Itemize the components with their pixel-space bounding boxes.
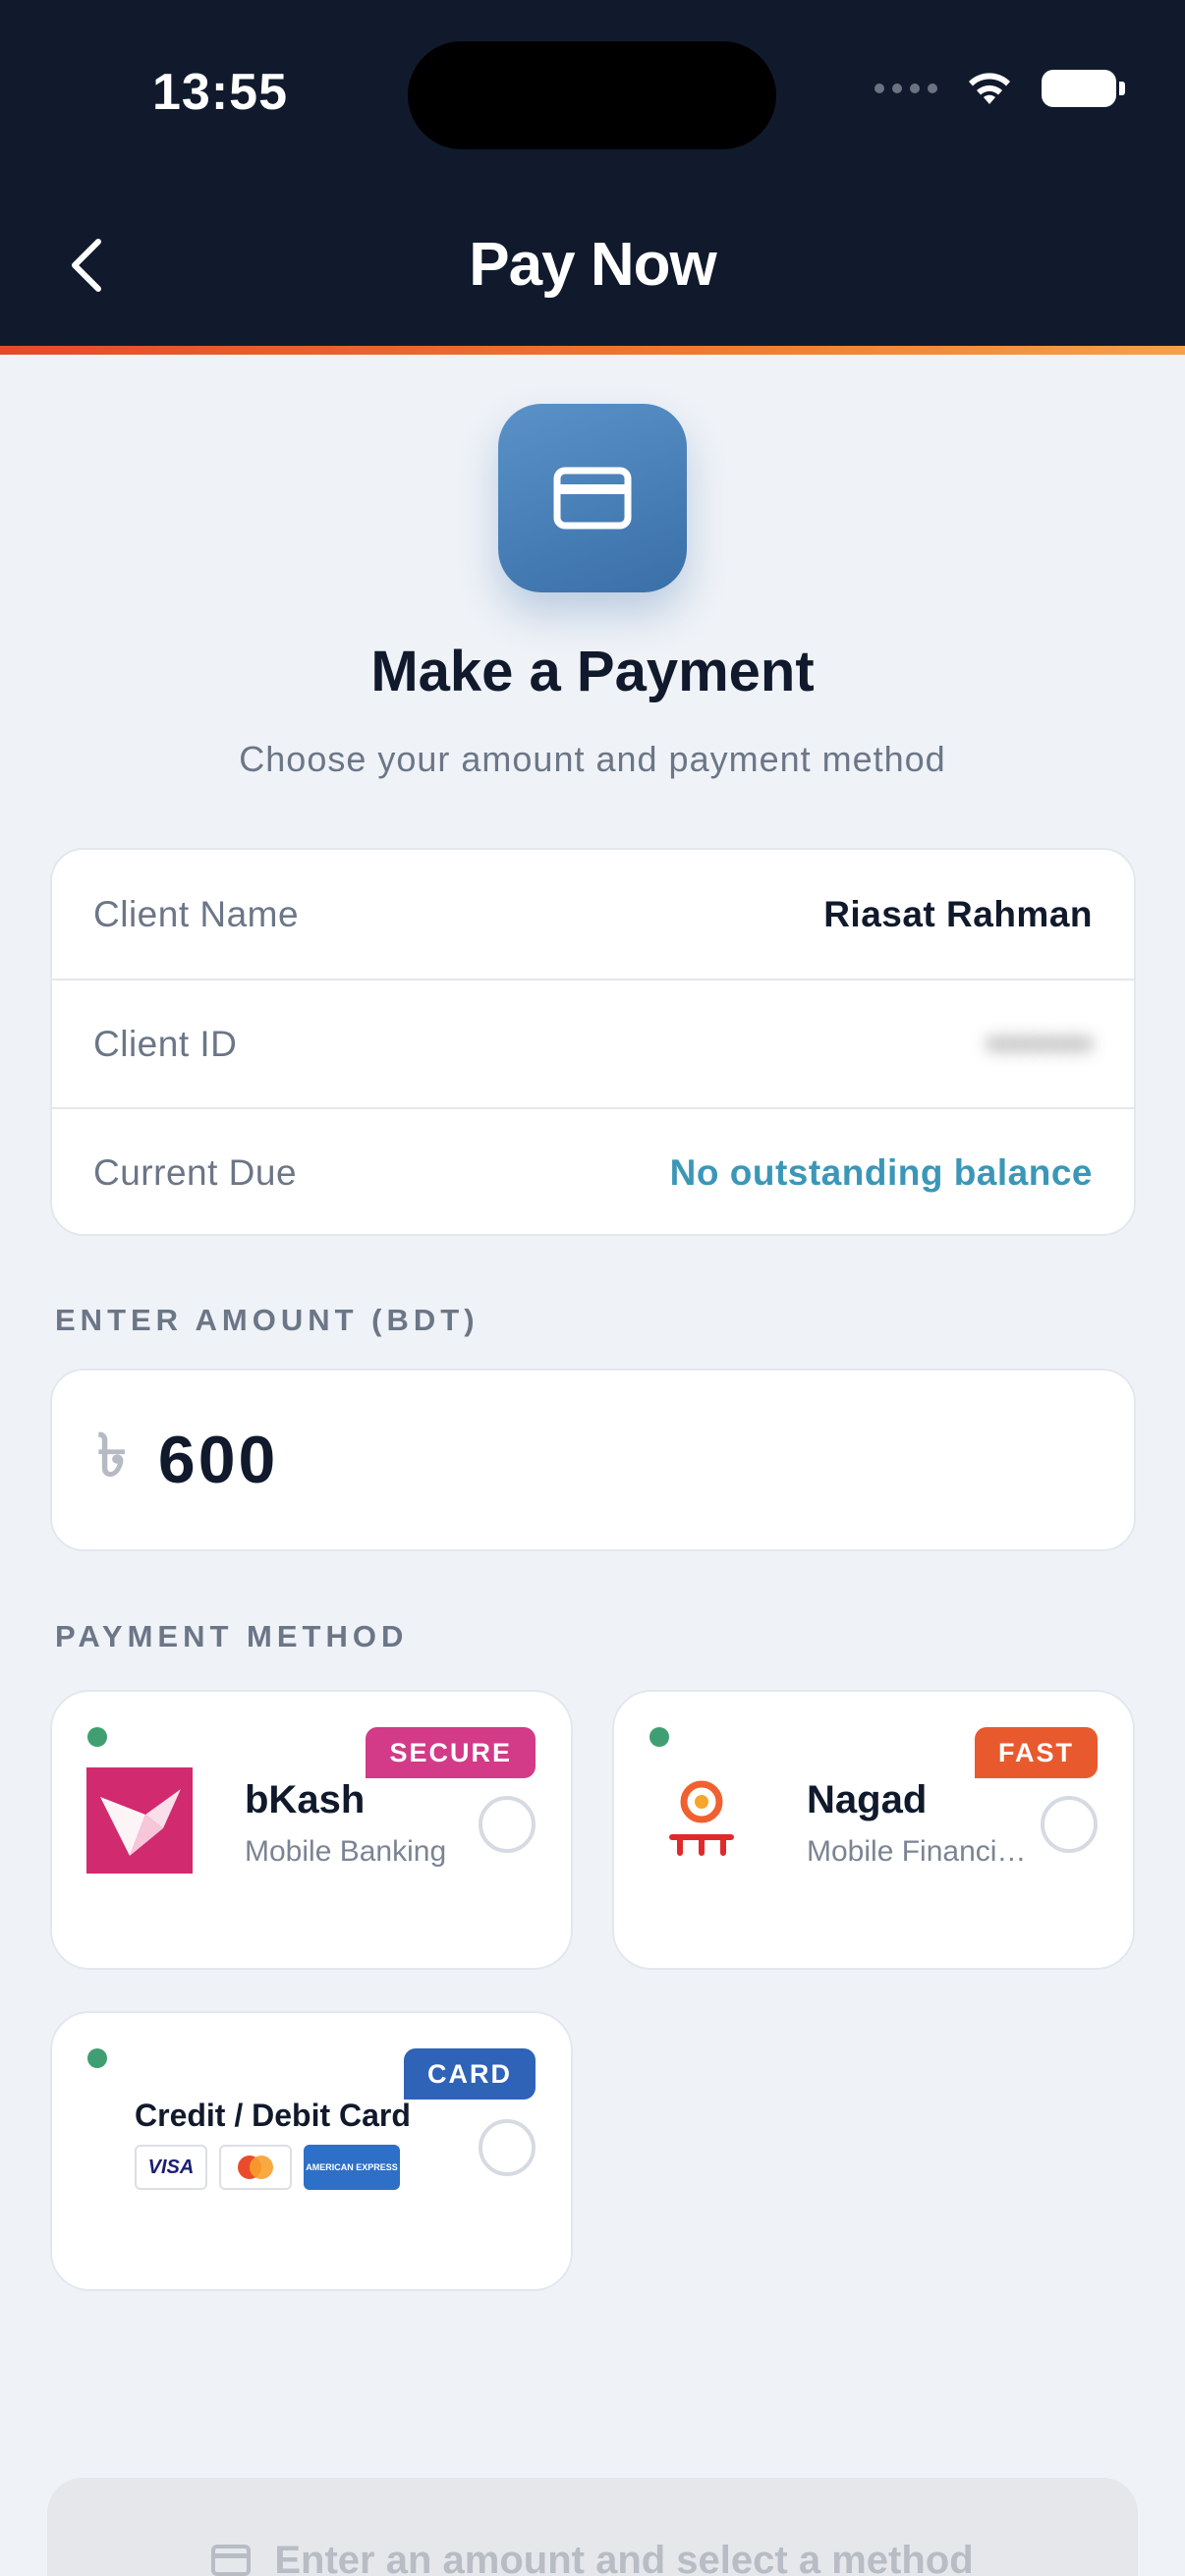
dynamic-island [408, 41, 776, 149]
current-due-label: Current Due [93, 1151, 298, 1193]
bkash-logo-icon [85, 1766, 194, 1875]
cellular-signal-icon [875, 84, 937, 93]
card-brands: VISA AMERICAN EXPRESS [135, 2145, 400, 2190]
battery-icon [1042, 70, 1125, 107]
visa-logo: VISA [135, 2145, 207, 2190]
availability-dot [87, 1727, 107, 1747]
method-radio-card[interactable] [479, 2119, 536, 2176]
header-accent-bar [0, 346, 1185, 355]
amex-logo: AMERICAN EXPRESS [304, 2145, 400, 2190]
availability-dot [87, 2048, 107, 2068]
wifi-icon [969, 73, 1010, 104]
method-description: Mobile Financial Service [807, 1835, 1033, 1868]
availability-dot [649, 1727, 669, 1747]
mastercard-logo-icon [219, 2145, 292, 2190]
client-id-label: Client ID [93, 1023, 238, 1064]
pay-button[interactable]: Enter an amount and select a method [47, 2478, 1138, 2576]
status-icons [875, 69, 1125, 108]
method-name: bKash [245, 1778, 366, 1821]
hero-subtitle: Choose your amount and payment method [239, 739, 946, 779]
amount-section-label: ENTER AMOUNT (BDT) [55, 1303, 480, 1337]
method-card-nagad[interactable]: FAST Nagad Mobile Financial Service [612, 1690, 1135, 1970]
method-radio-nagad[interactable] [1041, 1796, 1098, 1853]
status-time: 13:55 [152, 64, 288, 121]
current-due-row: Current Due No outstanding balance [52, 1107, 1134, 1234]
amount-input[interactable]: ৳ 600 [50, 1369, 1136, 1551]
method-radio-bkash[interactable] [479, 1796, 536, 1853]
method-description: Mobile Banking [245, 1835, 447, 1868]
method-name: Nagad [807, 1778, 928, 1821]
card-badge: CARD [404, 2048, 536, 2100]
page-title: Pay Now [469, 231, 716, 299]
fast-badge: FAST [974, 1727, 1098, 1778]
secure-badge: SECURE [366, 1727, 536, 1778]
client-id-row: Client ID •••••••• [52, 979, 1134, 1107]
nagad-logo-icon [648, 1766, 756, 1875]
method-card-credit-debit[interactable]: CARD Credit / Debit Card VISA AMERICAN E… [50, 2011, 573, 2291]
method-name: Credit / Debit Card [135, 2098, 411, 2133]
card-icon [211, 2545, 252, 2576]
client-name-label: Client Name [93, 893, 300, 934]
client-id-value: •••••••• [987, 1023, 1093, 1064]
client-info-card: Client Name Riasat Rahman Client ID ••••… [50, 848, 1136, 1236]
method-card-bkash[interactable]: SECURE bKash Mobile Banking [50, 1690, 573, 1970]
client-name-row: Client Name Riasat Rahman [52, 850, 1134, 979]
amount-value[interactable]: 600 [158, 1422, 278, 1498]
payment-card-icon [498, 404, 687, 592]
current-due-value: No outstanding balance [669, 1151, 1093, 1193]
hero-title: Make a Payment [370, 640, 815, 703]
client-name-value: Riasat Rahman [823, 893, 1093, 934]
app-header: 13:55 Pay Now [0, 0, 1185, 350]
payment-method-section-label: PAYMENT METHOD [55, 1619, 409, 1653]
currency-symbol: ৳ [97, 1423, 127, 1488]
pay-button-label: Enter an amount and select a method [274, 2539, 974, 2576]
